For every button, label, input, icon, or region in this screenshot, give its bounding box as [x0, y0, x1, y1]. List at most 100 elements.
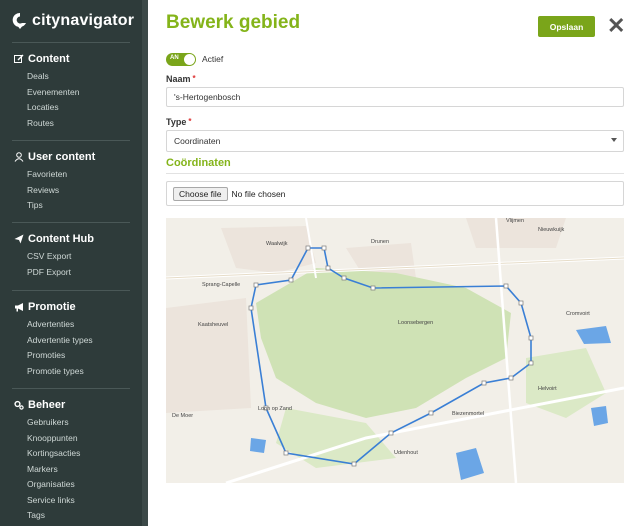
map-label-biezenmortel: Biezenmortel: [452, 411, 484, 417]
route-vertex[interactable]: [370, 285, 376, 291]
sidebar-heading-beheer[interactable]: Beheer: [0, 397, 130, 413]
route-vertex[interactable]: [351, 461, 357, 467]
water-area: [591, 406, 608, 426]
sidebar-item-kortingsacties[interactable]: Kortingsacties: [0, 446, 130, 462]
send-icon: [14, 234, 24, 244]
route-vertex[interactable]: [481, 380, 487, 386]
sidebar-heading-content[interactable]: Content: [0, 51, 130, 67]
route-vertex[interactable]: [503, 283, 509, 289]
name-input[interactable]: 's-Hertogenbosch: [166, 87, 624, 107]
user-icon: [14, 152, 24, 162]
sidebar-item-promoties[interactable]: Promoties: [0, 348, 130, 364]
logo[interactable]: citynavigator: [12, 10, 134, 32]
required-marker: *: [192, 74, 196, 83]
map-label-drunen: Drunen: [371, 239, 389, 245]
route-vertex[interactable]: [325, 265, 331, 271]
save-button[interactable]: Opslaan: [538, 16, 595, 37]
coordinates-section-title: Coördinaten: [166, 157, 231, 169]
route-vertex[interactable]: [508, 375, 514, 381]
route-vertex[interactable]: [283, 450, 289, 456]
sidebar-heading-label: Content Hub: [28, 233, 94, 245]
sidebar-item-markers[interactable]: Markers: [0, 462, 130, 478]
sidebar-section-beheer: Beheer Gebruikers Knooppunten Kortingsac…: [0, 397, 130, 524]
edit-area-panel: Bewerk gebied Opslaan ✕ AN Actief Naam * …: [148, 0, 640, 526]
map-label-vlijmen: Vlijmen: [506, 218, 524, 224]
sidebar-divider: [12, 388, 130, 389]
route-vertex[interactable]: [388, 430, 394, 436]
sidebar-heading-label: Content: [28, 53, 70, 65]
gears-icon: [14, 400, 24, 410]
sidebar-heading-label: Promotie: [28, 301, 76, 313]
sidebar-item-deals[interactable]: Deals: [0, 69, 130, 85]
toggle-knob: [184, 54, 195, 65]
route-vertex[interactable]: [518, 300, 524, 306]
route-vertex[interactable]: [305, 245, 311, 251]
map-label-sprang-capelle: Sprang-Capelle: [202, 282, 240, 288]
edit-icon: [14, 54, 24, 63]
sidebar-item-service-links[interactable]: Service links: [0, 493, 130, 509]
sidebar-item-evenementen[interactable]: Evenementen: [0, 85, 130, 101]
map-label-kaatsheuvel: Kaatsheuvel: [198, 322, 228, 328]
sidebar-item-csv-export[interactable]: CSV Export: [0, 249, 130, 265]
file-upload: Choose file No file chosen: [166, 181, 624, 206]
map[interactable]: Vlijmen Nieuwkuijk Waalwijk Drunen Spran…: [166, 218, 624, 483]
active-label: Actief: [202, 54, 224, 64]
bullhorn-icon: [15, 303, 23, 312]
close-icon[interactable]: ✕: [607, 15, 625, 37]
sidebar-item-tips[interactable]: Tips: [0, 198, 130, 214]
sidebar-item-pdf-export[interactable]: PDF Export: [0, 265, 130, 281]
sidebar-section-content: Content Deals Evenementen Locaties Route…: [0, 51, 130, 131]
town-area: [221, 226, 316, 273]
choose-file-button[interactable]: Choose file: [173, 186, 228, 201]
map-label-loon-op-zand: Loon op Zand: [258, 406, 292, 412]
map-label-cromvoirt: Cromvoirt: [566, 311, 590, 317]
map-canvas[interactable]: Vlijmen Nieuwkuijk Waalwijk Drunen Spran…: [166, 218, 624, 483]
sidebar-item-advertenties[interactable]: Advertenties: [0, 317, 130, 333]
sidebar-heading-promotie[interactable]: Promotie: [0, 299, 130, 315]
type-select-value: Coordinaten: [174, 136, 221, 146]
sidebar-item-favorieten[interactable]: Favorieten: [0, 167, 130, 183]
type-label-text: Type: [166, 117, 187, 127]
sidebar-heading-user-content[interactable]: User content: [0, 149, 130, 165]
town-area: [166, 298, 251, 413]
name-label-text: Naam: [166, 74, 191, 84]
name-input-value: 's-Hertogenbosch: [174, 92, 241, 102]
sidebar-heading-label: User content: [28, 151, 96, 163]
type-select[interactable]: Coordinaten: [166, 130, 624, 152]
sidebar-divider: [12, 42, 130, 43]
name-label: Naam *: [166, 74, 196, 84]
page-title: Bewerk gebied: [166, 12, 301, 33]
sidebar-divider: [12, 290, 130, 291]
sidebar-item-gebruikers[interactable]: Gebruikers: [0, 415, 130, 431]
route-vertex[interactable]: [528, 360, 534, 366]
map-label-waalwijk: Waalwijk: [266, 241, 288, 247]
sidebar-item-advertentie-types[interactable]: Advertentie types: [0, 333, 130, 349]
sidebar-item-reviews[interactable]: Reviews: [0, 183, 130, 199]
route-vertex[interactable]: [321, 245, 327, 251]
sidebar-heading-label: Beheer: [28, 399, 66, 411]
route-vertex[interactable]: [288, 277, 294, 283]
sidebar-section-promotie: Promotie Advertenties Advertentie types …: [0, 299, 130, 379]
sidebar-item-locaties[interactable]: Locaties: [0, 100, 130, 116]
route-vertex[interactable]: [248, 305, 254, 311]
logo-text: citynavigator: [32, 12, 135, 29]
active-toggle[interactable]: AN: [166, 53, 196, 66]
route-vertex[interactable]: [428, 410, 434, 416]
map-label-udenhout: Udenhout: [394, 450, 418, 456]
sidebar: citynavigator Content Deals Evenementen …: [0, 0, 148, 526]
sidebar-item-routes[interactable]: Routes: [0, 116, 130, 132]
logo-icon: [12, 12, 26, 29]
route-vertex[interactable]: [253, 282, 259, 288]
map-label-de-moer: De Moer: [172, 413, 193, 419]
sidebar-item-promotie-types[interactable]: Promotie types: [0, 364, 130, 380]
toggle-state-label: AN: [170, 55, 179, 61]
sidebar-item-tags[interactable]: Tags: [0, 508, 130, 524]
section-divider: [166, 173, 624, 174]
route-vertex[interactable]: [528, 335, 534, 341]
sidebar-heading-content-hub[interactable]: Content Hub: [0, 231, 130, 247]
sidebar-item-knooppunten[interactable]: Knooppunten: [0, 431, 130, 447]
sidebar-item-organisaties[interactable]: Organisaties: [0, 477, 130, 493]
route-vertex[interactable]: [341, 275, 347, 281]
map-label-helvoirt: Helvoirt: [538, 386, 557, 392]
map-label-nieuwkuijk: Nieuwkuijk: [538, 227, 565, 233]
